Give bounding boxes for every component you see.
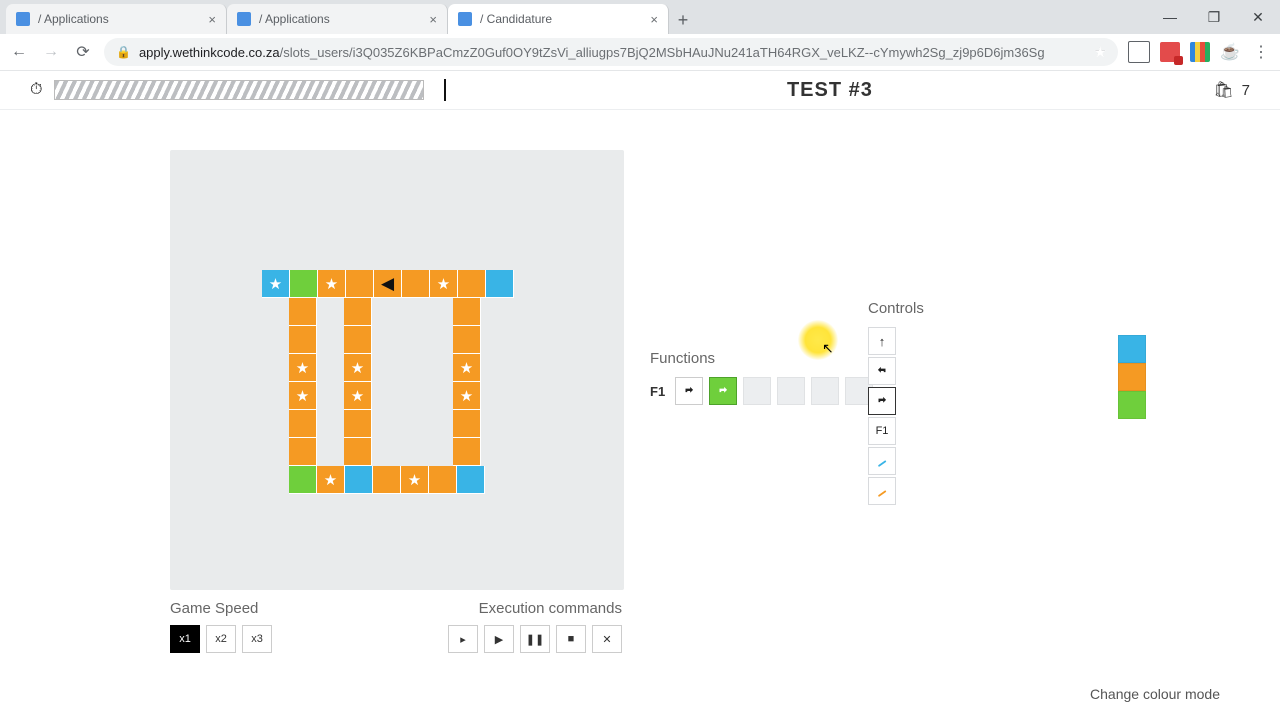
function-row-f1: F1 (650, 377, 873, 405)
speed-x1-button[interactable]: x1 (170, 625, 200, 653)
tool-call-f1[interactable]: F1 (868, 417, 896, 445)
tile-orange-star (318, 270, 346, 298)
tool-paint-blue[interactable] (868, 447, 896, 475)
tile-player (374, 270, 402, 298)
new-tab-button[interactable]: + (669, 6, 697, 34)
timer-progress (54, 80, 424, 100)
speed-x2-button[interactable]: x2 (206, 625, 236, 653)
tool-turn-right[interactable] (868, 387, 896, 415)
function-name: F1 (650, 384, 665, 399)
controls-label: Controls (868, 300, 924, 317)
maximize-button[interactable]: ❐ (1192, 0, 1236, 34)
back-button[interactable]: ← (8, 41, 30, 63)
browser-tabbar: / Applications × / Applications × / Cand… (0, 0, 1280, 34)
fn-slot-turn-right[interactable] (675, 377, 703, 405)
test-title: TEST #3 (446, 79, 1213, 102)
extension-colour-icon[interactable] (1190, 42, 1210, 62)
favicon-icon (237, 12, 251, 26)
fn-slot-turn-right-green[interactable] (709, 377, 737, 405)
fn-slot-empty[interactable] (777, 377, 805, 405)
browser-toolbar: ← → ⟳ 🔒 apply.wethinkcode.co.za/slots_us… (0, 34, 1280, 71)
kebab-menu-icon[interactable]: ⋮ (1250, 41, 1272, 63)
forward-button[interactable]: → (40, 41, 62, 63)
tool-paint-orange[interactable] (868, 477, 896, 505)
favicon-icon (458, 12, 472, 26)
close-tab-icon[interactable]: × (650, 12, 658, 27)
tile-blue (486, 270, 514, 298)
cart-icon[interactable]: 🛍 (1213, 80, 1233, 100)
address-bar[interactable]: 🔒 apply.wethinkcode.co.za/slots_users/i3… (104, 38, 1118, 66)
timer-icon: ⏱ (30, 81, 42, 99)
game-board-panel (170, 150, 624, 590)
tile-orange-star (430, 270, 458, 298)
page-header: ⏱ TEST #3 🛍 7 (0, 71, 1280, 110)
close-tab-icon[interactable]: × (208, 12, 216, 27)
exec-stop-button[interactable]: ■ (556, 625, 586, 653)
browser-tab[interactable]: / Applications × (227, 4, 448, 34)
exec-step-button[interactable]: ▸ (448, 625, 478, 653)
extension-adblock-icon[interactable] (1160, 42, 1180, 62)
tab-title: / Applications (38, 12, 200, 26)
minimize-button[interactable]: — (1148, 0, 1192, 34)
tile-orange (402, 270, 430, 298)
page-body: ⏱ TEST #3 🛍 7 (0, 71, 1280, 720)
game-board (262, 270, 514, 494)
controls-panel: Controls ↑ F1 (868, 300, 924, 505)
browser-tab[interactable]: / Applications × (6, 4, 227, 34)
browser-tab-active[interactable]: / Candidature × (448, 4, 669, 34)
bookmark-star-icon[interactable]: ☆ (1094, 44, 1106, 60)
extension-icon[interactable] (1128, 41, 1150, 63)
tab-title: / Applications (259, 12, 421, 26)
fn-slot-empty[interactable] (811, 377, 839, 405)
window-controls: — ❐ ✕ (1148, 0, 1280, 34)
tile-orange (346, 270, 374, 298)
tile-orange (458, 270, 486, 298)
extension-java-icon[interactable]: ☕ (1220, 42, 1240, 62)
color-swatch-blue[interactable] (1118, 335, 1146, 363)
lock-icon: 🔒 (116, 45, 131, 59)
reload-button[interactable]: ⟳ (72, 41, 94, 63)
favicon-icon (16, 12, 30, 26)
exec-play-button[interactable]: ▶ (484, 625, 514, 653)
tab-title: / Candidature (480, 12, 642, 26)
url-text: apply.wethinkcode.co.za/slots_users/i3Q0… (139, 45, 1045, 60)
color-swatch-orange[interactable] (1118, 363, 1146, 391)
functions-panel: Functions F1 (650, 350, 873, 405)
tool-turn-left[interactable] (868, 357, 896, 385)
close-tab-icon[interactable]: × (429, 12, 437, 27)
execution-label: Execution commands (448, 600, 622, 617)
tool-forward[interactable]: ↑ (868, 327, 896, 355)
tile-blue-star (262, 270, 290, 298)
cart-count: 7 (1242, 82, 1250, 99)
fn-slot-empty[interactable] (743, 377, 771, 405)
exec-clear-button[interactable]: ✕ (592, 625, 622, 653)
close-window-button[interactable]: ✕ (1236, 0, 1280, 34)
change-colour-mode-link[interactable]: Change colour mode (1090, 686, 1220, 702)
exec-pause-button[interactable]: ❚❚ (520, 625, 550, 653)
color-swatch-green[interactable] (1118, 391, 1146, 419)
tile-green (290, 270, 318, 298)
speed-x3-button[interactable]: x3 (242, 625, 272, 653)
functions-label: Functions (650, 350, 873, 367)
game-speed-label: Game Speed (170, 600, 272, 617)
